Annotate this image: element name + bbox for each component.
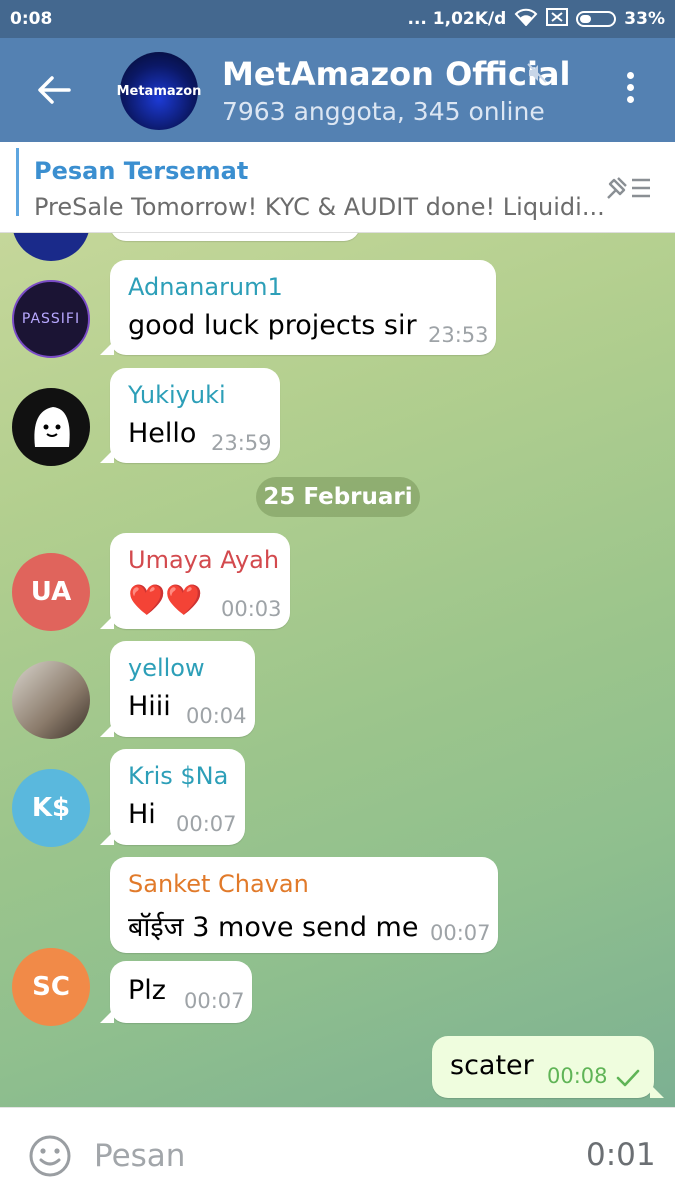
sender-name[interactable]: Umaya Ayah: [128, 546, 279, 574]
message-input[interactable]: Pesan: [94, 1138, 185, 1174]
message-bubble[interactable]: Yukiyuki Hello 23:59: [100, 368, 280, 463]
avatar-initials: UA: [30, 577, 72, 607]
avatar[interactable]: K$: [12, 769, 90, 847]
wifi-icon: [514, 8, 538, 31]
ghost-avatar-icon: [34, 407, 70, 447]
avatar[interactable]: UA: [12, 553, 90, 631]
avatar-text: PASSIFI: [21, 311, 81, 327]
pinned-list-icon[interactable]: [602, 172, 654, 208]
sender-name[interactable]: Adnanarum1: [128, 273, 283, 301]
message-time: 00:03: [221, 597, 282, 621]
message-text: scater: [450, 1050, 534, 1081]
message-text: ❤️❤️: [128, 583, 203, 618]
status-time: 0:08: [10, 9, 53, 29]
avatar[interactable]: SC: [12, 948, 90, 1026]
battery-percent: 33%: [624, 9, 665, 29]
battery-icon: [576, 11, 617, 27]
message-bubble[interactable]: Adnanarum1 good luck projects sir 23:53: [100, 260, 496, 355]
sender-name[interactable]: yellow: [128, 654, 205, 682]
avatar[interactable]: [12, 388, 90, 466]
avatar[interactable]: PASSIFI: [12, 280, 90, 358]
message-text: good luck projects sir: [128, 310, 417, 341]
no-sim-icon: [546, 7, 569, 31]
message-time: 00:04: [186, 704, 247, 728]
sent-check-icon: [616, 1069, 640, 1087]
channel-avatar-text: Metamazon: [116, 83, 202, 99]
pinned-indicator: [16, 148, 19, 216]
avatar[interactable]: [12, 661, 90, 739]
avatar[interactable]: [12, 233, 90, 261]
status-bar: 0:08 ... 1,02K/d 33%: [0, 0, 675, 38]
message-bubble[interactable]: Kris $Na Hi 00:07: [100, 749, 245, 845]
back-arrow-icon[interactable]: [34, 70, 74, 110]
pinned-text: PreSale Tomorrow! KYC & AUDIT done! Liqu…: [34, 193, 605, 221]
message-text: Hello: [128, 418, 197, 449]
message-text: Plz: [128, 975, 166, 1006]
message-bubble-partial: [110, 233, 360, 241]
avatar-initials: K$: [31, 793, 71, 823]
sender-name[interactable]: Sanket Chavan: [128, 870, 309, 898]
chat-title[interactable]: MetAmazon Official: [222, 55, 570, 93]
channel-avatar[interactable]: Metamazon: [117, 52, 201, 130]
message-text: बॉईज 3 move send me: [128, 912, 419, 943]
muted-speaker-icon: [526, 62, 548, 88]
pinned-title: Pesan Tersemat: [34, 157, 249, 185]
message-time: 23:53: [428, 323, 489, 347]
emoji-icon[interactable]: [28, 1134, 72, 1182]
message-bubble[interactable]: Sanket Chavan बॉईज 3 move send me 00:07: [110, 857, 498, 953]
avatar-initials: SC: [32, 972, 70, 1002]
message-list[interactable]: PASSIFI Adnanarum1 good luck projects si…: [0, 233, 675, 1107]
chat-header: Metamazon MetAmazon Official 7963 anggot…: [0, 38, 675, 142]
message-time: 00:07: [430, 921, 491, 945]
message-time: 00:07: [184, 989, 245, 1013]
network-speed: ... 1,02K/d: [407, 9, 507, 29]
sender-name[interactable]: Kris $Na: [128, 762, 228, 790]
outgoing-message-bubble[interactable]: scater 00:08: [432, 1036, 664, 1098]
message-bubble[interactable]: Umaya Ayah ❤️❤️ 00:03: [100, 533, 290, 629]
message-input-bar: Pesan 0:01: [0, 1107, 675, 1201]
message-text: Hiii: [128, 691, 171, 722]
message-bubble[interactable]: yellow Hiii 00:04: [100, 641, 255, 737]
more-menu-icon[interactable]: [618, 72, 642, 112]
record-timer: 0:01: [586, 1137, 656, 1173]
message-text: Hi: [128, 799, 156, 830]
message-time: 00:07: [176, 812, 237, 836]
message-time: 00:08: [547, 1064, 608, 1088]
message-bubble[interactable]: Plz 00:07: [100, 961, 252, 1023]
message-time: 23:59: [211, 431, 272, 455]
date-separator: 25 Februari: [256, 477, 420, 517]
member-count: 7963 anggota, 345 online: [222, 97, 545, 126]
sender-name[interactable]: Yukiyuki: [128, 381, 226, 409]
